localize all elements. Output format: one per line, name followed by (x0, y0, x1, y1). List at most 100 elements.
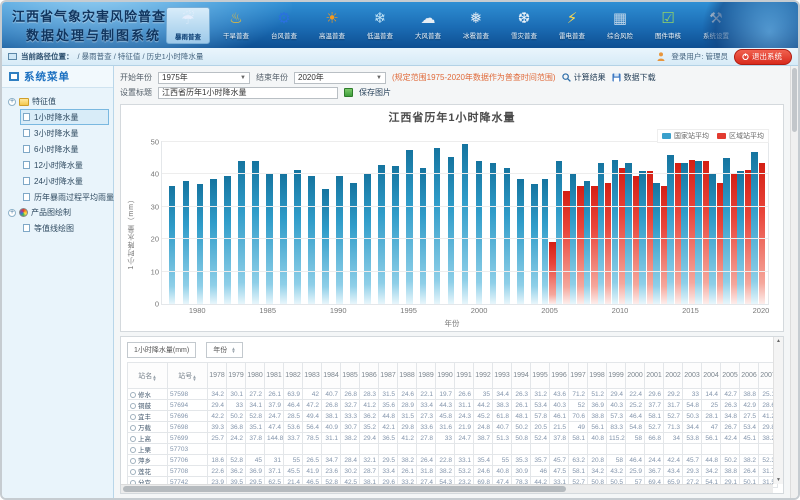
expander-icon[interactable]: + (8, 209, 16, 217)
col-header-year-2001[interactable]: 2001 (645, 363, 664, 389)
radio-icon[interactable] (130, 469, 136, 475)
toolbar-item-7[interactable]: ❅冰雹普查 (454, 7, 498, 44)
x-tick-label: 2015 (682, 306, 699, 315)
breadcrumb-path[interactable]: / 暴雨普查 / 特征值 / 历史1小时降水量 (78, 51, 204, 62)
legend-item[interactable]: 区域站平均 (717, 131, 764, 141)
start-year-select[interactable]: 1975年▼ (158, 72, 250, 84)
radio-icon[interactable] (130, 425, 136, 431)
table-row-57698[interactable]: 万载5769839.336.835.147.453.656.440.930.73… (128, 422, 778, 433)
toolbar-item-10[interactable]: ▦综合风险 (598, 7, 642, 44)
toolbar-item-5[interactable]: ❄低温普查 (358, 7, 402, 44)
col-header-year-1979[interactable]: 1979 (227, 363, 246, 389)
save-image-button[interactable]: 保存图片 (359, 87, 391, 98)
scroll-up-icon[interactable]: ▲ (776, 338, 781, 344)
sidebar-item-1-6[interactable]: 历年暴雨过程平均雨量 (20, 189, 109, 205)
col-header-year-1990[interactable]: 1990 (436, 363, 455, 389)
table-row-57706[interactable]: 萍乡5770618.652.845315526.534.728.432.129.… (128, 455, 778, 466)
table-horizontal-scrollbar[interactable] (121, 484, 773, 493)
col-header-year-1985[interactable]: 1985 (341, 363, 360, 389)
table-row-57703[interactable]: 上栗57703 (128, 444, 778, 455)
toolbar-item-3[interactable]: ⚙台风普查 (262, 7, 306, 44)
col-header-year-2005[interactable]: 2005 (721, 363, 740, 389)
table-row-57598[interactable]: 修水5759834.230.127.226.163.94240.726.828.… (128, 389, 778, 400)
station-name[interactable]: 宜丰 (128, 411, 168, 422)
expander-icon[interactable]: + (8, 98, 16, 106)
radio-icon[interactable] (130, 458, 136, 464)
table-row-57699[interactable]: 上高5769925.724.237.8144.833.778.531.138.2… (128, 433, 778, 444)
radio-icon[interactable] (130, 392, 136, 398)
col-header-year-1993[interactable]: 1993 (493, 363, 512, 389)
sidebar-item-1-2[interactable]: 3小时降水量 (20, 125, 109, 141)
col-header-year-1991[interactable]: 1991 (455, 363, 474, 389)
toolbar-item-11[interactable]: ☑图件审核 (646, 7, 690, 44)
bar-group-2018 (723, 142, 737, 304)
main-vertical-scrollbar[interactable] (790, 66, 798, 498)
scroll-down-icon[interactable]: ▼ (776, 477, 781, 483)
table-vertical-scrollbar[interactable]: ▲▼ (773, 337, 783, 484)
col-header-year-1987[interactable]: 1987 (379, 363, 398, 389)
legend-item[interactable]: 国家站平均 (662, 131, 709, 141)
toolbar-item-12[interactable]: ⚒系统设置 (694, 7, 738, 44)
station-name[interactable]: 上栗 (128, 444, 168, 455)
radio-icon[interactable] (130, 447, 136, 453)
station-name[interactable]: 万载 (128, 422, 168, 433)
sidebar-group-2[interactable]: +产品图绘制 (6, 205, 109, 220)
col-header-year-1984[interactable]: 1984 (322, 363, 341, 389)
col-header-name[interactable]: 站名▲▼ (128, 363, 168, 389)
col-header-year-1997[interactable]: 1997 (569, 363, 588, 389)
station-name[interactable]: 修水 (128, 389, 168, 400)
col-header-year-1980[interactable]: 1980 (246, 363, 265, 389)
station-name[interactable]: 铜鼓 (128, 400, 168, 411)
col-header-year-2003[interactable]: 2003 (683, 363, 702, 389)
toolbar-item-6[interactable]: ☁大风普查 (406, 7, 450, 44)
col-header-year-1989[interactable]: 1989 (417, 363, 436, 389)
col-header-year-1994[interactable]: 1994 (512, 363, 531, 389)
table-row-57694[interactable]: 铜鼓5769429.43334.137.946.447.226.832.741.… (128, 400, 778, 411)
toolbar-item-9[interactable]: ⚡雷电普查 (550, 7, 594, 44)
sidebar-item-1-5[interactable]: 24小时降水量 (20, 173, 109, 189)
col-header-year-1986[interactable]: 1986 (360, 363, 379, 389)
value-cell: 56.1 (702, 433, 721, 444)
col-header-year-1983[interactable]: 1983 (303, 363, 322, 389)
sidebar-group-1[interactable]: +特征值 (6, 94, 109, 109)
calc-result-button[interactable]: 计算结果 (562, 72, 606, 83)
col-header-year-1992[interactable]: 1992 (474, 363, 493, 389)
logout-button[interactable]: 退出系统 (734, 49, 792, 65)
col-header-year-2000[interactable]: 2000 (626, 363, 645, 389)
radio-icon[interactable] (130, 414, 136, 420)
station-name[interactable]: 莲花 (128, 466, 168, 477)
chart-title-input[interactable] (158, 87, 338, 99)
sidebar-item-2-1[interactable]: 等值线绘图 (20, 220, 109, 236)
scrollbar-thumb[interactable] (123, 486, 566, 492)
col-header-year-1981[interactable]: 1981 (265, 363, 284, 389)
col-header-year-1996[interactable]: 1996 (550, 363, 569, 389)
toolbar-item-2[interactable]: ♨干旱普查 (214, 7, 258, 44)
col-header-id[interactable]: 站号▲▼ (168, 363, 208, 389)
radio-icon[interactable] (130, 436, 136, 442)
toolbar-item-1[interactable]: ☔暴雨普查 (166, 7, 210, 44)
table-row-57696[interactable]: 宜丰5769642.250.252.824.728.549.438.133.33… (128, 411, 778, 422)
sidebar-item-1-1[interactable]: 1小时降水量 (20, 109, 109, 125)
data-download-button[interactable]: 数据下载 (612, 72, 656, 83)
sidebar-item-1-3[interactable]: 6小时降水量 (20, 141, 109, 157)
col-header-year-2004[interactable]: 2004 (702, 363, 721, 389)
toolbar-item-4[interactable]: ☀高温普查 (310, 7, 354, 44)
table-row-57708[interactable]: 莲花5770822.636.236.937.145.541.923.630.22… (128, 466, 778, 477)
col-header-year-1999[interactable]: 1999 (607, 363, 626, 389)
radio-icon[interactable] (130, 403, 136, 409)
year-sorter[interactable]: 年份 ▲▼ (206, 342, 242, 358)
toolbar-item-8[interactable]: ❆雪灾普查 (502, 7, 546, 44)
unit-filter-box[interactable]: 1小时降水量(mm) (127, 342, 196, 358)
col-header-year-1995[interactable]: 1995 (531, 363, 550, 389)
col-header-year-1998[interactable]: 1998 (588, 363, 607, 389)
end-year-select[interactable]: 2020年▼ (294, 72, 386, 84)
station-name[interactable]: 萍乡 (128, 455, 168, 466)
scrollbar-thumb[interactable] (792, 68, 797, 132)
col-header-year-2002[interactable]: 2002 (664, 363, 683, 389)
station-name[interactable]: 上高 (128, 433, 168, 444)
col-header-year-1978[interactable]: 1978 (208, 363, 227, 389)
col-header-year-1982[interactable]: 1982 (284, 363, 303, 389)
sidebar-item-1-4[interactable]: 12小时降水量 (20, 157, 109, 173)
col-header-year-1988[interactable]: 1988 (398, 363, 417, 389)
col-header-year-2006[interactable]: 2006 (740, 363, 759, 389)
